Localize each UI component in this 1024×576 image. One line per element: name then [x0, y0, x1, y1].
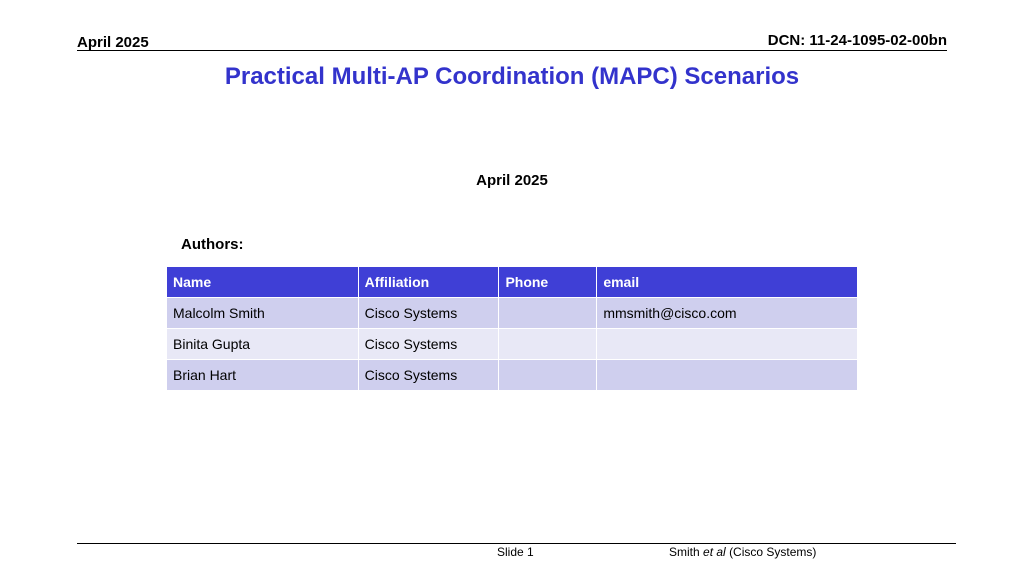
- cell-email: [596, 359, 858, 391]
- presentation-date: April 2025: [476, 172, 548, 189]
- column-header-phone: Phone: [498, 266, 598, 298]
- cell-phone: [498, 328, 598, 360]
- column-header-affiliation: Affiliation: [357, 266, 500, 298]
- cell-email: [596, 328, 858, 360]
- header-divider: [77, 50, 947, 51]
- footer-author: Smith et al (Cisco Systems): [669, 545, 816, 559]
- header-dcn: DCN: 11-24-1095-02-00bn: [767, 32, 947, 49]
- cell-name: Binita Gupta: [166, 328, 359, 360]
- table-header-row: Name Affiliation Phone email: [166, 266, 858, 298]
- footer-author-etal: et al: [703, 545, 726, 559]
- table-row: Brian Hart Cisco Systems: [166, 359, 858, 391]
- footer-author-org: (Cisco Systems): [729, 545, 817, 559]
- cell-affiliation: Cisco Systems: [357, 297, 500, 329]
- column-header-name: Name: [166, 266, 359, 298]
- slide-number: Slide 1: [497, 545, 534, 559]
- cell-phone: [498, 297, 598, 329]
- cell-name: Brian Hart: [166, 359, 359, 391]
- cell-email: mmsmith@cisco.com: [596, 297, 858, 329]
- authors-table: Name Affiliation Phone email Malcolm Smi…: [166, 266, 858, 391]
- slide-title: Practical Multi-AP Coordination (MAPC) S…: [224, 63, 800, 90]
- table-row: Binita Gupta Cisco Systems: [166, 328, 858, 360]
- header-date: April 2025: [77, 34, 149, 51]
- cell-name: Malcolm Smith: [166, 297, 359, 329]
- cell-affiliation: Cisco Systems: [357, 328, 500, 360]
- footer-divider: [77, 543, 956, 544]
- authors-label: Authors:: [181, 236, 244, 253]
- cell-phone: [498, 359, 598, 391]
- footer-author-name: Smith: [669, 545, 700, 559]
- cell-affiliation: Cisco Systems: [357, 359, 500, 391]
- table-row: Malcolm Smith Cisco Systems mmsmith@cisc…: [166, 297, 858, 329]
- column-header-email: email: [596, 266, 858, 298]
